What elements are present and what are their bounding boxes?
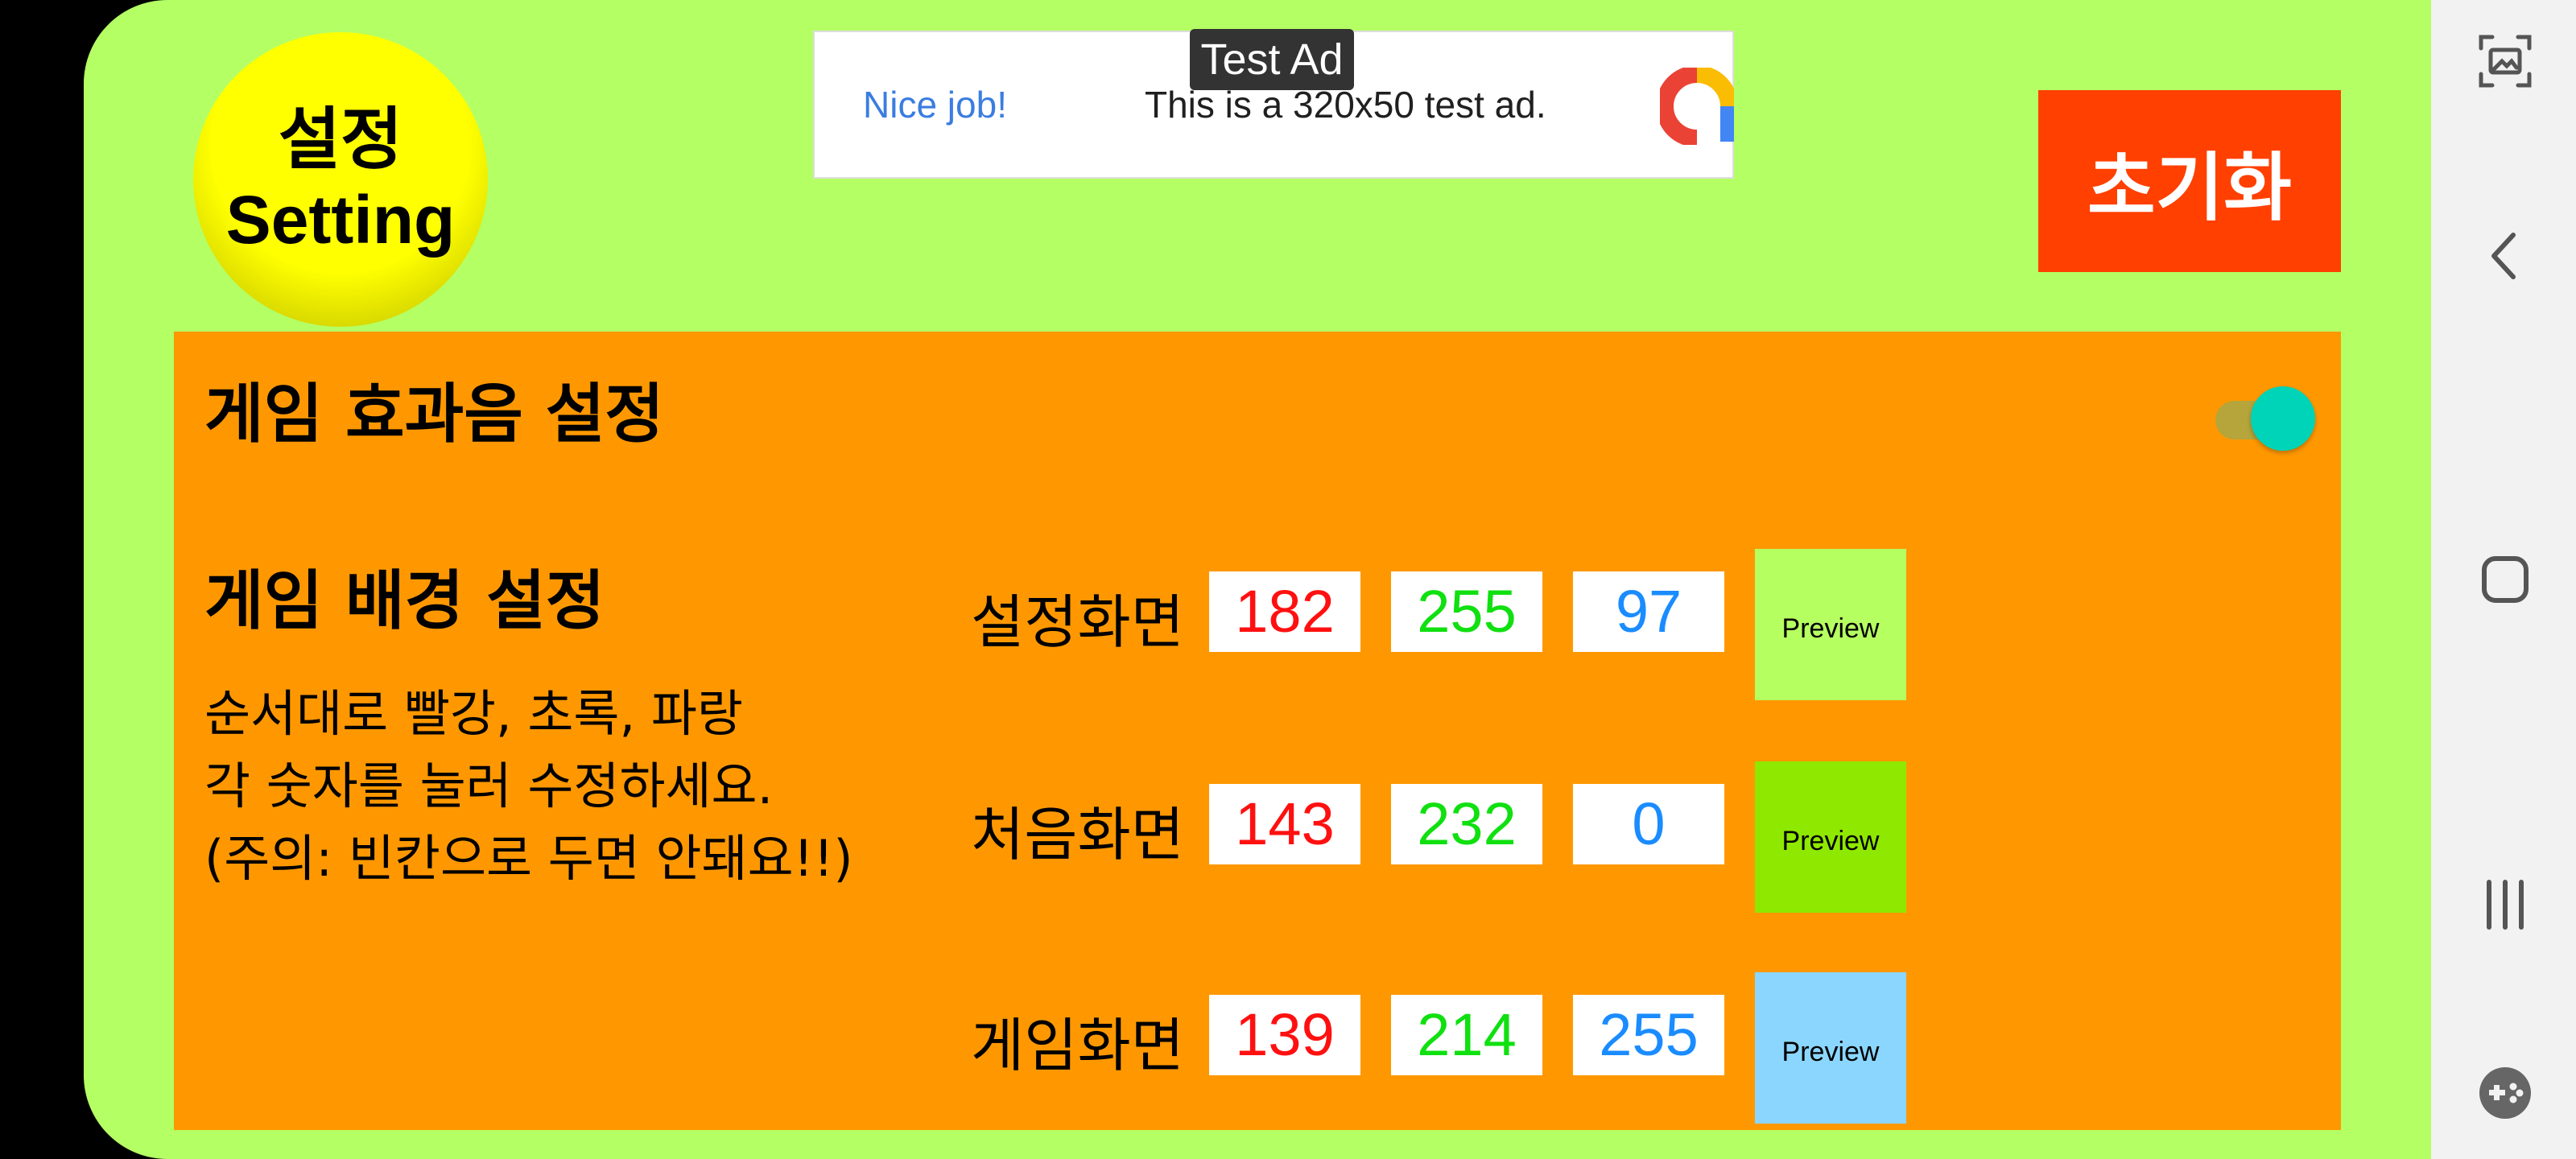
recents-icon[interactable] xyxy=(2476,876,2534,934)
ad-headline: Nice job! xyxy=(863,84,1007,126)
row-label: 설정화면 xyxy=(971,588,1184,656)
green-value-field[interactable]: 214 xyxy=(1391,995,1542,1075)
badge-title-english: Setting xyxy=(225,182,456,258)
red-value-field[interactable]: 143 xyxy=(1209,784,1360,864)
preview-swatch[interactable]: Preview xyxy=(1755,549,1906,700)
sound-toggle[interactable] xyxy=(2202,382,2315,451)
row-label: 처음화면 xyxy=(971,801,1184,868)
green-value-field[interactable]: 232 xyxy=(1391,784,1542,864)
ad-logo-icon xyxy=(1660,68,1734,145)
test-ad-badge: Test Ad xyxy=(1190,29,1354,90)
reset-button[interactable]: 초기화 xyxy=(2038,90,2341,272)
home-icon[interactable] xyxy=(2476,551,2534,608)
blue-value-field[interactable]: 0 xyxy=(1573,784,1724,864)
instruction-line: 각 숫자를 눌러 수정하세요. xyxy=(204,757,774,815)
instruction-line: (주의: 빈칸으로 두면 안돼요!!) xyxy=(204,829,853,888)
sound-setting-label: 게임 효과음 설정 xyxy=(204,377,664,452)
red-value-field[interactable]: 182 xyxy=(1209,571,1360,652)
background-instructions: 순서대로 빨강, 초록, 파랑 각 숫자를 눌러 수정하세요. (주의: 빈칸으… xyxy=(204,678,853,895)
blue-value-field[interactable]: 255 xyxy=(1573,995,1724,1075)
color-row-settings-screen: 설정화면 182 255 97 Preview xyxy=(971,549,2098,700)
setting-badge: 설정 Setting xyxy=(193,32,488,327)
system-navigation-bar xyxy=(2431,0,2576,1159)
settings-panel: 게임 효과음 설정 게임 배경 설정 순서대로 빨강, 초록, 파랑 각 숫자를… xyxy=(174,332,2341,1130)
badge-title-korean: 설정 xyxy=(278,100,403,179)
toggle-thumb xyxy=(2251,386,2315,451)
color-row-start-screen: 처음화면 143 232 0 Preview xyxy=(971,761,2098,913)
background-setting-label: 게임 배경 설정 xyxy=(204,563,605,638)
preview-swatch[interactable]: Preview xyxy=(1755,761,1906,913)
color-row-game-screen: 게임화면 139 214 255 Preview xyxy=(971,972,2098,1124)
instruction-line: 순서대로 빨강, 초록, 파랑 xyxy=(204,684,743,743)
back-icon[interactable] xyxy=(2476,227,2534,285)
game-tools-icon[interactable] xyxy=(2476,1064,2534,1122)
screenshot-icon[interactable] xyxy=(2476,32,2534,90)
row-label: 게임화면 xyxy=(971,1012,1184,1079)
green-value-field[interactable]: 255 xyxy=(1391,571,1542,652)
blue-value-field[interactable]: 97 xyxy=(1573,571,1724,652)
red-value-field[interactable]: 139 xyxy=(1209,995,1360,1075)
preview-swatch[interactable]: Preview xyxy=(1755,972,1906,1124)
